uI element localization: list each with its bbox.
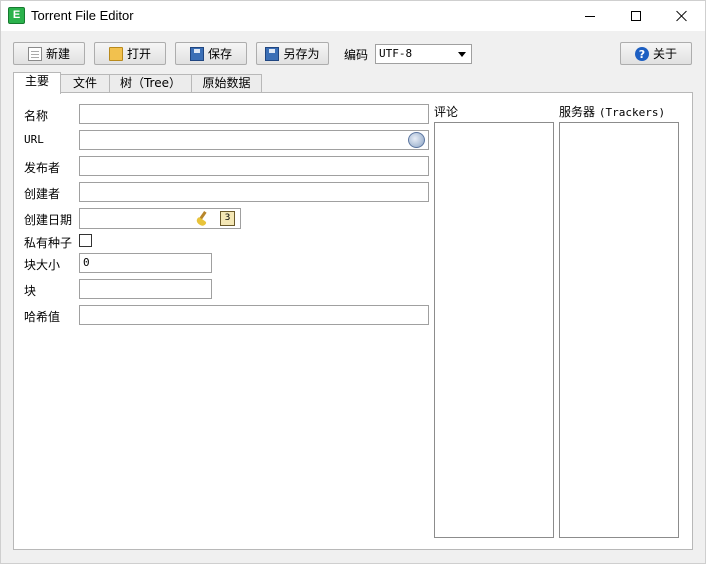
hash-input[interactable] <box>79 305 429 325</box>
private-torrent-label: 私有种子 <box>24 236 73 250</box>
comment-label: 评论 <box>434 105 459 119</box>
floppy-disk-icon <box>265 46 280 61</box>
encoding-label: 编码 <box>344 48 369 62</box>
created-date-input[interactable]: 3 <box>79 208 241 229</box>
save-as-button-label: 另存为 <box>283 47 320 61</box>
save-button[interactable]: 保存 <box>175 42 247 65</box>
created-date-label: 创建日期 <box>24 213 73 227</box>
trackers-label-prefix: 服务器 <box>559 105 596 119</box>
calendar-icon[interactable]: 3 <box>220 211 235 226</box>
open-button-label: 打开 <box>126 47 151 61</box>
private-torrent-checkbox[interactable] <box>79 234 92 247</box>
creator-label: 创建者 <box>24 187 61 201</box>
trackers-label-suffix: (Trackers) <box>598 106 666 119</box>
name-input[interactable] <box>79 104 429 124</box>
comment-textarea[interactable] <box>434 122 554 538</box>
help-icon: ? <box>634 46 649 61</box>
publisher-label: 发布者 <box>24 161 61 175</box>
tab-tree-label: 树（Tree） <box>119 76 181 90</box>
new-button[interactable]: 新建 <box>13 42 85 65</box>
pieces-input[interactable] <box>79 279 212 299</box>
title-bar[interactable]: E Torrent File Editor <box>1 1 705 31</box>
close-button[interactable] <box>659 1 705 31</box>
url-input[interactable] <box>79 130 429 150</box>
open-button[interactable]: 打开 <box>94 42 166 65</box>
main-window: E Torrent File Editor 新建 打开 保存 另存为 编码 UT… <box>0 0 706 564</box>
minimize-button[interactable] <box>567 1 613 31</box>
window-title: Torrent File Editor <box>31 8 134 23</box>
tab-files[interactable]: 文件 <box>60 74 110 93</box>
app-icon: E <box>8 7 25 24</box>
floppy-disk-icon <box>189 46 204 61</box>
tab-raw-data-label: 原始数据 <box>202 76 251 90</box>
globe-icon[interactable] <box>408 132 425 148</box>
tab-tree[interactable]: 树（Tree） <box>109 74 192 93</box>
minimize-icon <box>585 15 595 17</box>
encoding-select[interactable]: UTF-8 <box>375 44 472 64</box>
tab-main-label: 主要 <box>24 74 49 88</box>
close-icon <box>676 10 688 22</box>
new-file-icon <box>27 46 42 61</box>
creator-input[interactable] <box>79 182 429 202</box>
encoding-value: UTF-8 <box>379 47 413 60</box>
folder-icon <box>108 46 123 61</box>
tab-files-label: 文件 <box>72 76 97 90</box>
pieces-label: 块 <box>24 284 37 298</box>
chevron-down-icon <box>458 52 466 57</box>
maximize-button[interactable] <box>613 1 659 31</box>
url-label: URL <box>24 133 44 146</box>
trackers-textarea[interactable] <box>559 122 679 538</box>
save-as-button[interactable]: 另存为 <box>256 42 329 65</box>
tab-raw-data[interactable]: 原始数据 <box>191 74 262 93</box>
new-button-label: 新建 <box>45 47 70 61</box>
tab-main[interactable]: 主要 <box>13 72 61 94</box>
piece-size-input[interactable]: 0 <box>79 253 212 273</box>
hash-label: 哈希值 <box>24 310 61 324</box>
broom-icon[interactable] <box>195 211 211 227</box>
trackers-label: 服务器 (Trackers) <box>559 103 665 120</box>
maximize-icon <box>631 11 641 21</box>
save-button-label: 保存 <box>207 47 232 61</box>
name-label: 名称 <box>24 109 49 123</box>
piece-size-label: 块大小 <box>24 258 61 272</box>
publisher-input[interactable] <box>79 156 429 176</box>
about-button-label: 关于 <box>652 47 677 61</box>
about-button[interactable]: ? 关于 <box>620 42 692 65</box>
